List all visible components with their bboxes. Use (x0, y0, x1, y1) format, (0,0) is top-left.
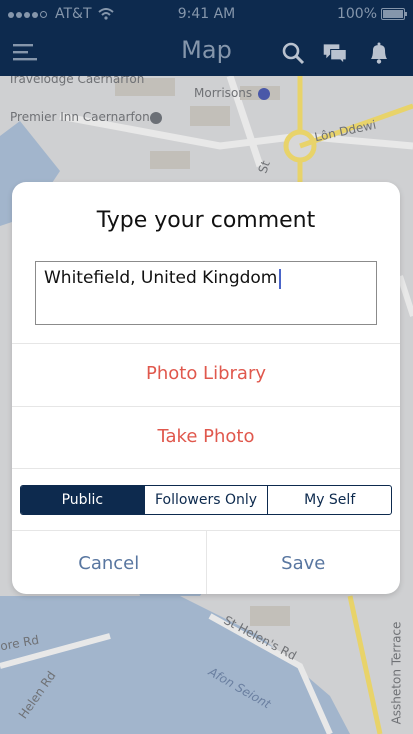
text-caret (279, 268, 281, 289)
battery-info: 100% (336, 6, 407, 22)
nav-bar: Map (0, 28, 413, 76)
dialog-footer: Cancel Save (12, 530, 400, 594)
take-photo-button[interactable]: Take Photo (12, 406, 400, 469)
comment-input[interactable]: Whitefield, United Kingdom (35, 261, 377, 325)
cancel-button[interactable]: Cancel (12, 531, 206, 594)
segment-my-self[interactable]: My Self (267, 486, 391, 514)
bell-icon[interactable] (366, 40, 392, 66)
comment-text: Whitefield, United Kingdom (44, 268, 278, 288)
segment-public[interactable]: Public (21, 486, 144, 514)
segment-followers-only[interactable]: Followers Only (143, 486, 268, 514)
chat-icon[interactable] (322, 40, 348, 66)
comment-dialog: Type your comment Whitefield, United Kin… (12, 182, 400, 594)
save-button[interactable]: Save (205, 531, 401, 594)
visibility-segmented-control: Public Followers Only My Self (20, 485, 392, 515)
map-label-travelodge: Travelodge Caernarfon (8, 76, 145, 86)
shop-icon[interactable] (258, 88, 270, 100)
dialog-title: Type your comment (96, 208, 316, 233)
map-label-premier: Premier Inn Caernarfon (10, 110, 150, 124)
battery-percent: 100% (336, 6, 377, 22)
divider (12, 468, 400, 469)
battery-icon (381, 8, 407, 20)
map-label-morrisons: Morrisons (194, 86, 253, 100)
photo-library-button[interactable]: Photo Library (12, 343, 400, 406)
search-icon[interactable] (280, 40, 306, 66)
page-title: Map (181, 36, 232, 64)
map-label-assheton: Assheton Terrace (389, 621, 404, 725)
status-bar: AT&T 9:41 AM 100% (0, 0, 413, 28)
take-photo-label: Take Photo (157, 426, 255, 447)
hotel-icon[interactable] (150, 112, 162, 124)
photo-library-label: Photo Library (145, 363, 266, 384)
